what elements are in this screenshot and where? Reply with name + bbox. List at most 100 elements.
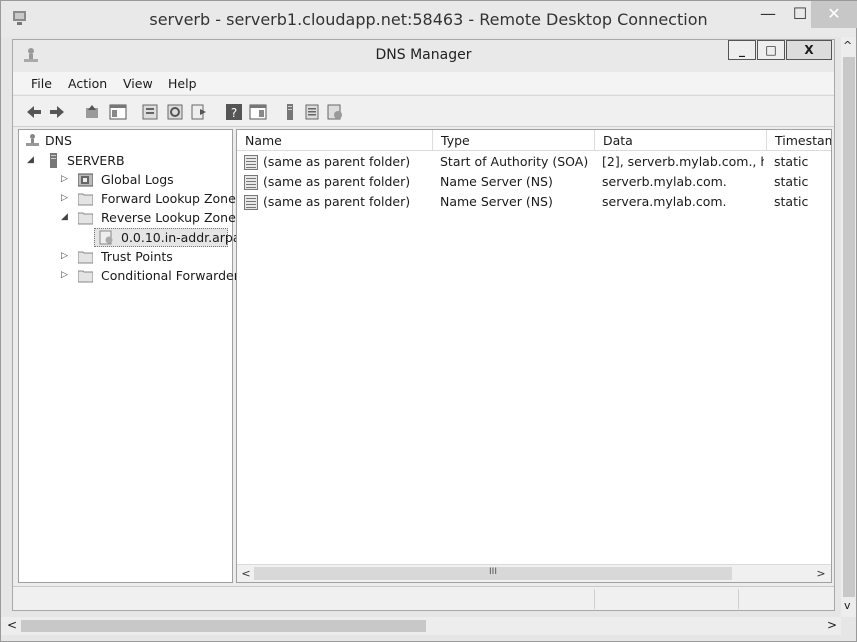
scroll-right-arrow-icon[interactable]: > bbox=[813, 566, 829, 582]
record-icon[interactable] bbox=[303, 103, 321, 121]
scroll-right-arrow-icon[interactable]: > bbox=[827, 618, 837, 632]
dns-title-bar[interactable]: DNS Manager _ □ X bbox=[13, 40, 834, 72]
folder-icon bbox=[78, 270, 93, 283]
record-icon bbox=[244, 195, 258, 210]
table-row[interactable]: (same as parent folder) Name Server (NS)… bbox=[237, 192, 831, 212]
tree-node-dns[interactable]: DNS bbox=[25, 132, 145, 150]
folder-icon bbox=[78, 251, 93, 264]
tree-node-forward-lookup-zones[interactable]: ▷ Forward Lookup Zones bbox=[61, 190, 242, 208]
svg-text:?: ? bbox=[231, 106, 237, 120]
dns-window-title: DNS Manager bbox=[375, 47, 472, 63]
console-tree[interactable]: DNS ◢ SERVERB ▷ Global Logs ▷ Forward Lo… bbox=[18, 129, 245, 583]
list-scroll-thumb[interactable]: III bbox=[254, 567, 732, 580]
list-header: Name Type Data Timestamp bbox=[237, 130, 831, 151]
dns-icon bbox=[26, 134, 39, 146]
dns-close-button[interactable]: X bbox=[786, 40, 832, 60]
record-icon bbox=[244, 155, 258, 170]
refresh-icon[interactable] bbox=[166, 103, 184, 121]
rdp-minimize-button[interactable]: — bbox=[753, 1, 783, 28]
collapsed-arrow-icon[interactable]: ▷ bbox=[61, 193, 71, 203]
rdp-close-button[interactable]: ✕ bbox=[811, 1, 857, 28]
status-bar bbox=[13, 586, 834, 610]
toolbar: ? bbox=[13, 95, 834, 127]
cell-name: (same as parent folder) bbox=[263, 194, 411, 209]
cell-data: serverb.mylab.com. bbox=[602, 174, 727, 189]
tree-label-conditional-forwarders: Conditional Forwarders bbox=[101, 268, 246, 283]
rdp-vertical-scrollbar[interactable]: ^ v bbox=[841, 37, 856, 617]
export-list-icon[interactable] bbox=[190, 103, 208, 121]
tree-label-global-logs: Global Logs bbox=[101, 172, 174, 187]
scroll-left-arrow-icon[interactable]: < bbox=[238, 566, 254, 582]
cell-type: Start of Authority (SOA) bbox=[440, 154, 589, 169]
tree-node-serverb[interactable]: ◢ SERVERB bbox=[25, 152, 165, 170]
show-action-pane-icon[interactable] bbox=[249, 103, 267, 121]
dns-manager-window: DNS Manager _ □ X File Action View Help … bbox=[12, 39, 835, 611]
server-icon bbox=[50, 153, 57, 168]
cell-data: [2], serverb.mylab.com., h... bbox=[602, 154, 764, 169]
tree-label-trust-points: Trust Points bbox=[101, 249, 173, 264]
collapsed-arrow-icon[interactable]: ▷ bbox=[61, 270, 71, 280]
record-icon bbox=[244, 175, 258, 190]
folder-icon bbox=[78, 212, 93, 225]
tree-node-reverse-lookup-zones[interactable]: ◢ Reverse Lookup Zones bbox=[61, 209, 242, 227]
dns-minimize-button[interactable]: _ bbox=[728, 40, 756, 60]
status-divider bbox=[594, 589, 595, 609]
menu-file[interactable]: File bbox=[31, 76, 52, 91]
cell-timestamp: static bbox=[774, 174, 809, 189]
scroll-left-arrow-icon[interactable]: < bbox=[7, 618, 17, 632]
forward-icon[interactable] bbox=[48, 103, 66, 121]
record-list[interactable]: Name Type Data Timestamp (same as parent… bbox=[236, 129, 832, 583]
column-header-timestamp[interactable]: Timestamp bbox=[767, 130, 831, 151]
tree-node-reverse-zone-selected[interactable]: 0.0.10.in-addr.arpa bbox=[94, 228, 241, 247]
folder-icon bbox=[78, 193, 93, 206]
expanded-arrow-icon[interactable]: ◢ bbox=[27, 155, 37, 165]
rdp-window-title: serverb - serverb1.cloudapp.net:58463 - … bbox=[149, 10, 708, 29]
tree-label-serverb: SERVERB bbox=[67, 153, 125, 168]
menu-action[interactable]: Action bbox=[68, 76, 107, 91]
collapsed-arrow-icon[interactable]: ▷ bbox=[61, 251, 71, 261]
rdp-horizontal-scrollbar[interactable]: < > bbox=[1, 617, 841, 635]
properties-icon[interactable] bbox=[141, 103, 159, 121]
table-row[interactable]: (same as parent folder) Name Server (NS)… bbox=[237, 172, 831, 192]
tree-node-trust-points[interactable]: ▷ Trust Points bbox=[61, 248, 201, 266]
cell-name: (same as parent folder) bbox=[263, 154, 411, 169]
cell-timestamp: static bbox=[774, 194, 809, 209]
rdp-vertical-scroll-thumb[interactable] bbox=[843, 57, 855, 597]
log-folder-icon bbox=[78, 173, 93, 187]
tree-label-forward-lookup-zones: Forward Lookup Zones bbox=[101, 191, 243, 206]
tree-node-global-logs[interactable]: ▷ Global Logs bbox=[61, 171, 201, 189]
column-header-name[interactable]: Name bbox=[237, 130, 433, 151]
column-header-data[interactable]: Data bbox=[595, 130, 767, 151]
table-row[interactable]: (same as parent folder) Start of Authori… bbox=[237, 152, 831, 172]
remote-desktop-window: serverb - serverb1.cloudapp.net:58463 - … bbox=[0, 0, 857, 642]
show-hide-console-tree-icon[interactable] bbox=[109, 103, 127, 121]
menu-bar: File Action View Help bbox=[13, 72, 834, 94]
help-icon[interactable]: ? bbox=[225, 103, 243, 121]
cell-name: (same as parent folder) bbox=[263, 174, 411, 189]
column-header-type[interactable]: Type bbox=[433, 130, 595, 151]
list-horizontal-scrollbar[interactable]: < III > bbox=[237, 564, 831, 582]
rdp-title-bar[interactable]: serverb - serverb1.cloudapp.net:58463 - … bbox=[1, 1, 857, 37]
menu-help[interactable]: Help bbox=[168, 76, 197, 91]
dns-maximize-button[interactable]: □ bbox=[757, 40, 785, 60]
scroll-up-arrow-icon[interactable]: ^ bbox=[843, 39, 852, 52]
server-icon[interactable] bbox=[281, 103, 299, 121]
tree-label-dns: DNS bbox=[45, 133, 72, 148]
tree-label-reverse-lookup-zones: Reverse Lookup Zones bbox=[101, 210, 243, 225]
tree-node-conditional-forwarders[interactable]: ▷ Conditional Forwarders bbox=[61, 267, 245, 285]
back-icon[interactable] bbox=[25, 103, 43, 121]
scroll-down-arrow-icon[interactable]: v bbox=[844, 599, 851, 612]
cell-type: Name Server (NS) bbox=[440, 174, 553, 189]
expanded-arrow-icon[interactable]: ◢ bbox=[61, 212, 71, 222]
zone-icon bbox=[99, 230, 113, 245]
collapsed-arrow-icon[interactable]: ▷ bbox=[61, 174, 71, 184]
status-divider bbox=[738, 589, 739, 609]
cell-timestamp: static bbox=[774, 154, 809, 169]
rdp-horizontal-scroll-thumb[interactable] bbox=[21, 620, 426, 632]
zone-icon[interactable] bbox=[326, 103, 344, 121]
cell-type: Name Server (NS) bbox=[440, 194, 553, 209]
scroll-grip-icon: III bbox=[489, 567, 497, 577]
menu-view[interactable]: View bbox=[123, 76, 153, 91]
up-folder-icon[interactable] bbox=[83, 103, 101, 121]
tree-label-reverse-zone: 0.0.10.in-addr.arpa bbox=[121, 230, 241, 245]
